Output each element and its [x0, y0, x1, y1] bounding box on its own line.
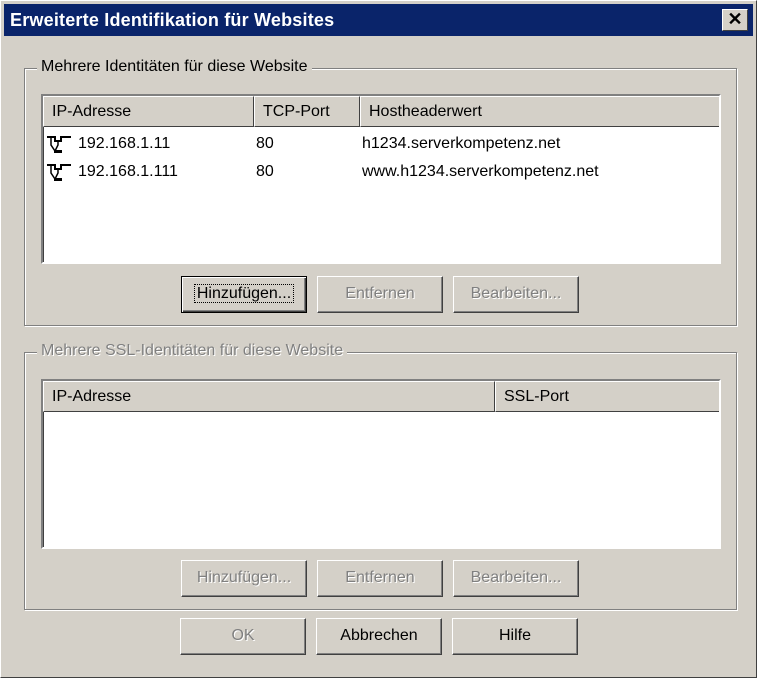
column-ssl-ip-address[interactable]: IP-Adresse [43, 381, 495, 412]
ssl-list-header: IP-Adresse SSL-Port [43, 381, 719, 412]
help-button[interactable]: Hilfe [452, 618, 578, 655]
list-item[interactable]: 192.168.1.11 80 h1234.serverkompetenz.ne… [43, 130, 719, 158]
row-port: 80 [256, 135, 274, 152]
close-icon: ✕ [727, 9, 743, 29]
identities-list-header: IP-Adresse TCP-Port Hostheaderwert [43, 96, 719, 127]
column-ip-address[interactable]: IP-Adresse [43, 96, 254, 127]
cancel-button[interactable]: Abbrechen [316, 618, 442, 655]
network-identity-icon [47, 163, 71, 181]
remove-ssl-identity-button[interactable]: Entfernen [317, 560, 443, 597]
identities-group-title: Mehrere Identitäten für diese Website [37, 58, 312, 76]
network-identity-icon [47, 135, 71, 153]
ssl-identities-list[interactable]: IP-Adresse SSL-Port [41, 379, 721, 549]
row-port: 80 [256, 163, 274, 180]
dialog-window: Erweiterte Identifikation für Websites ✕… [0, 0, 757, 678]
column-tcp-port[interactable]: TCP-Port [254, 96, 360, 127]
ok-button[interactable]: OK [180, 618, 306, 655]
ssl-identities-group-title: Mehrere SSL-Identitäten für diese Websit… [37, 342, 348, 360]
identities-group: Mehrere Identitäten für diese Website IP… [24, 58, 737, 326]
remove-identity-button[interactable]: Entfernen [317, 276, 443, 313]
identities-list[interactable]: IP-Adresse TCP-Port Hostheaderwert 192.1… [41, 94, 721, 264]
edit-identity-button[interactable]: Bearbeiten... [453, 276, 579, 313]
row-host: h1234.serverkompetenz.net [362, 135, 561, 152]
add-ssl-identity-button[interactable]: Hinzufügen... [181, 560, 307, 597]
row-host: www.h1234.serverkompetenz.net [362, 163, 599, 180]
window-title: Erweiterte Identifikation für Websites [10, 10, 335, 30]
list-item[interactable]: 192.168.1.111 80 www.h1234.serverkompete… [43, 158, 719, 186]
title-bar: Erweiterte Identifikation für Websites ✕ [4, 4, 753, 36]
row-ip: 192.168.1.11 [78, 135, 171, 152]
column-ssl-port[interactable]: SSL-Port [495, 381, 719, 412]
edit-ssl-identity-button[interactable]: Bearbeiten... [453, 560, 579, 597]
column-host-header[interactable]: Hostheaderwert [360, 96, 719, 127]
ssl-identities-group: Mehrere SSL-Identitäten für diese Websit… [24, 342, 737, 610]
add-identity-button[interactable]: Hinzufügen... [181, 276, 307, 313]
close-button[interactable]: ✕ [722, 9, 748, 31]
row-ip: 192.168.1.111 [78, 163, 178, 180]
